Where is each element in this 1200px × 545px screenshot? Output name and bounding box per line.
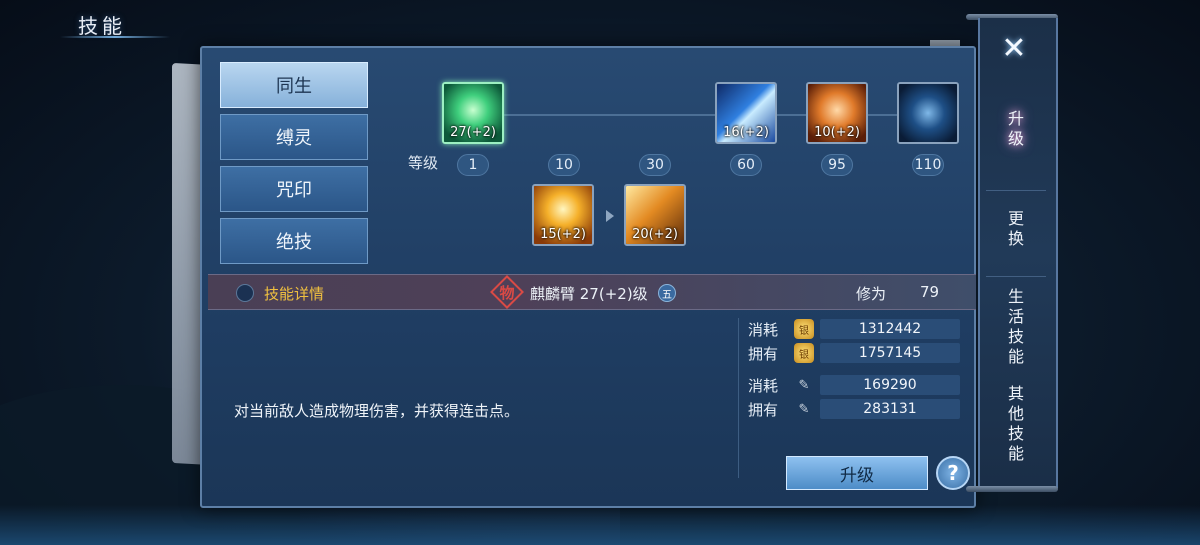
- skill-detail-label[interactable]: 技能详情: [264, 283, 324, 304]
- side-item-other-skills[interactable]: 其他技能: [996, 380, 1032, 470]
- scroll-icon: ✎: [798, 401, 810, 417]
- resource-value: 169290: [820, 375, 960, 395]
- side-divider: [986, 276, 1046, 277]
- level-marker: 60: [730, 154, 762, 176]
- level-marker: 1: [457, 154, 489, 176]
- xiuwei-value: 79: [920, 283, 940, 301]
- help-button[interactable]: ?: [936, 456, 970, 490]
- upgrade-button[interactable]: 升级: [786, 456, 928, 490]
- side-item-replace[interactable]: 更换: [996, 200, 1032, 260]
- gold-coin-icon: 银: [794, 319, 814, 339]
- level-marker: 10: [548, 154, 580, 176]
- resource-row: 消耗 银 1312442: [748, 318, 960, 340]
- skill-level-text: 16(+2): [723, 125, 769, 140]
- skill-level-text: 10(+2): [814, 125, 860, 140]
- skill-description: 对当前敌人造成物理伤害，并获得连击点。: [234, 402, 520, 420]
- level-label: 等级: [408, 154, 439, 172]
- detail-toggle[interactable]: [236, 284, 254, 302]
- gold-coin-icon: 银: [794, 343, 814, 363]
- resource-label: 消耗: [748, 320, 779, 339]
- skill-icon-punch[interactable]: 10(+2): [806, 82, 868, 144]
- resource-value: 1312442: [820, 319, 960, 339]
- title-underline: [60, 36, 170, 38]
- resource-row: 消耗 ✎ 169290: [748, 374, 960, 396]
- skill-level-text: 20(+2): [632, 227, 678, 242]
- close-button[interactable]: ✕: [996, 30, 1032, 66]
- skill-icon-slash[interactable]: 20(+2): [624, 184, 686, 246]
- skill-icon-blade[interactable]: 16(+2): [715, 82, 777, 144]
- skill-info-bar: 技能详情 物 麒麟臂 27(+2)级 五 修为 79: [208, 274, 976, 310]
- resource-label: 消耗: [748, 376, 779, 395]
- resource-row: 拥有 ✎ 283131: [748, 398, 960, 420]
- xiuwei-label: 修为: [856, 285, 887, 303]
- side-item-life-skills[interactable]: 生活技能: [996, 284, 1032, 372]
- grade-icon[interactable]: 五: [658, 284, 676, 302]
- level-marker: 30: [639, 154, 671, 176]
- resource-value: 283131: [820, 399, 960, 419]
- side-divider: [986, 190, 1046, 191]
- side-item-upgrade[interactable]: 升级: [996, 100, 1032, 160]
- resource-row: 拥有 银 1757145: [748, 342, 960, 364]
- level-marker: 110: [912, 154, 944, 176]
- page-title: 技能: [78, 14, 126, 38]
- skill-icon-fist[interactable]: 27(+2): [442, 82, 504, 144]
- skill-icon-burst[interactable]: 15(+2): [532, 184, 594, 246]
- resource-value: 1757145: [820, 343, 960, 363]
- bg-water-glow: [0, 505, 1200, 545]
- skill-name-level: 麒麟臂 27(+2)级: [530, 285, 648, 303]
- tab-tongsheng[interactable]: 同生: [220, 62, 368, 108]
- orb-icon: [899, 84, 957, 142]
- skill-level-text: 15(+2): [540, 227, 586, 242]
- level-marker: 95: [821, 154, 853, 176]
- tab-zhouyin[interactable]: 咒印: [220, 166, 368, 212]
- skill-panel: 同生 缚灵 咒印 绝技 等级 1 10 30 60 95 110 27(+2) …: [200, 46, 976, 508]
- skill-level-text: 27(+2): [450, 125, 496, 140]
- physical-type-char: 物: [499, 283, 515, 302]
- skill-icon-orb[interactable]: [897, 82, 959, 144]
- tab-fuling[interactable]: 缚灵: [220, 114, 368, 160]
- divider: [738, 318, 739, 478]
- tab-jueji[interactable]: 绝技: [220, 218, 368, 264]
- scroll-rod-bottom: [966, 486, 1058, 492]
- scroll-icon: ✎: [798, 377, 810, 393]
- resource-label: 拥有: [748, 400, 779, 419]
- physical-type-icon: 物: [492, 277, 522, 307]
- resource-label: 拥有: [748, 344, 779, 363]
- arrow-right-icon: [606, 210, 614, 222]
